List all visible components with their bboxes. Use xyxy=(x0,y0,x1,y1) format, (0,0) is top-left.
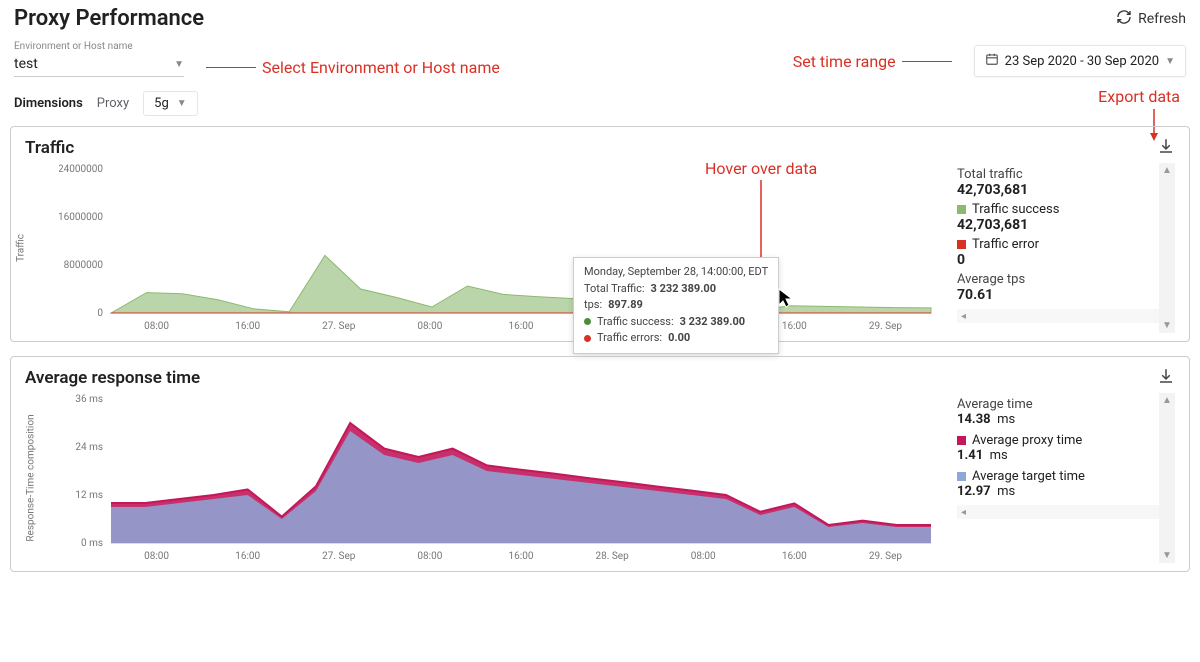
proxy-select[interactable]: 5g ▼ xyxy=(143,91,198,116)
svg-text:16000000: 16000000 xyxy=(59,212,103,223)
response-chart[interactable]: Response-Time composition 0 ms 12 ms 24 ms… xyxy=(25,393,945,563)
horizontal-scrollbar[interactable]: ◂▸ xyxy=(957,309,1175,323)
svg-text:0 ms: 0 ms xyxy=(81,538,103,549)
svg-text:16:00: 16:00 xyxy=(509,551,534,562)
date-range-picker[interactable]: 23 Sep 2020 - 30 Sep 2020 ▼ xyxy=(974,45,1186,77)
svg-text:16:00: 16:00 xyxy=(235,321,260,332)
download-icon xyxy=(1157,367,1175,385)
svg-text:16:00: 16:00 xyxy=(782,551,807,562)
svg-text:36 ms: 36 ms xyxy=(75,394,103,405)
svg-text:16:00: 16:00 xyxy=(509,321,534,332)
svg-text:27. Sep: 27. Sep xyxy=(322,321,356,332)
chart-tooltip: Monday, September 28, 14:00:00, EDT Tota… xyxy=(573,257,779,354)
svg-text:8000000: 8000000 xyxy=(64,260,104,271)
svg-text:08:00: 08:00 xyxy=(144,551,169,562)
refresh-label: Refresh xyxy=(1138,11,1186,27)
svg-text:08:00: 08:00 xyxy=(417,551,442,562)
traffic-panel: Traffic Traffic 0 8000000 16000000 24000000… xyxy=(10,126,1190,342)
caret-down-icon: ▼ xyxy=(177,98,187,109)
svg-text:29. Sep: 29. Sep xyxy=(869,551,903,562)
proxy-select-value: 5g xyxy=(154,96,169,111)
traffic-panel-title: Traffic xyxy=(25,138,74,158)
annotation-date: Set time range xyxy=(793,52,952,71)
dimensions-label: Dimensions xyxy=(14,96,83,111)
y-axis-title: Response-Time composition xyxy=(26,414,37,541)
annotation-env: Select Environment or Host name xyxy=(206,58,500,77)
date-range-value: 23 Sep 2020 - 30 Sep 2020 xyxy=(1005,54,1159,69)
env-value: test xyxy=(14,56,38,72)
response-side-panel: ▲▼ Average time 14.38 ms Average proxy t… xyxy=(955,393,1175,563)
svg-text:12 ms: 12 ms xyxy=(75,490,103,501)
svg-text:27. Sep: 27. Sep xyxy=(322,551,356,562)
vertical-scrollbar[interactable]: ▲▼ xyxy=(1159,163,1175,333)
svg-text:08:00: 08:00 xyxy=(691,551,716,562)
traffic-side-panel: ▲▼ Total traffic 42,703,681 Traffic succ… xyxy=(955,163,1175,333)
refresh-button[interactable]: Refresh xyxy=(1116,9,1186,29)
calendar-icon xyxy=(985,52,999,70)
caret-down-icon: ▼ xyxy=(1165,56,1175,67)
svg-text:08:00: 08:00 xyxy=(144,321,169,332)
response-panel: Average response time Response-Time comp… xyxy=(10,356,1190,572)
response-panel-title: Average response time xyxy=(25,368,200,388)
svg-text:24000000: 24000000 xyxy=(59,164,103,175)
svg-text:29. Sep: 29. Sep xyxy=(869,321,903,332)
svg-text:24 ms: 24 ms xyxy=(75,442,103,453)
env-select[interactable]: test ▼ xyxy=(14,54,184,77)
caret-down-icon: ▼ xyxy=(174,59,184,70)
download-button[interactable] xyxy=(1157,367,1175,389)
traffic-chart[interactable]: Traffic 08000000160000002400000008:0016:… xyxy=(25,163,945,333)
dimensions-sublabel: Proxy xyxy=(97,96,129,111)
vertical-scrollbar[interactable]: ▲▼ xyxy=(1159,393,1175,563)
svg-text:28. Sep: 28. Sep xyxy=(596,551,630,562)
y-axis-title: Traffic xyxy=(16,234,27,262)
horizontal-scrollbar[interactable]: ◂▸ xyxy=(957,505,1175,519)
download-button[interactable] xyxy=(1157,137,1175,159)
svg-text:08:00: 08:00 xyxy=(417,321,442,332)
annotation-export: Export data xyxy=(1098,87,1180,106)
svg-text:0: 0 xyxy=(97,308,103,319)
svg-text:16:00: 16:00 xyxy=(235,551,260,562)
download-icon xyxy=(1157,137,1175,155)
env-field-label: Environment or Host name xyxy=(14,41,184,52)
page-title: Proxy Performance xyxy=(14,6,204,31)
refresh-icon xyxy=(1116,9,1132,29)
svg-text:16:00: 16:00 xyxy=(782,321,807,332)
